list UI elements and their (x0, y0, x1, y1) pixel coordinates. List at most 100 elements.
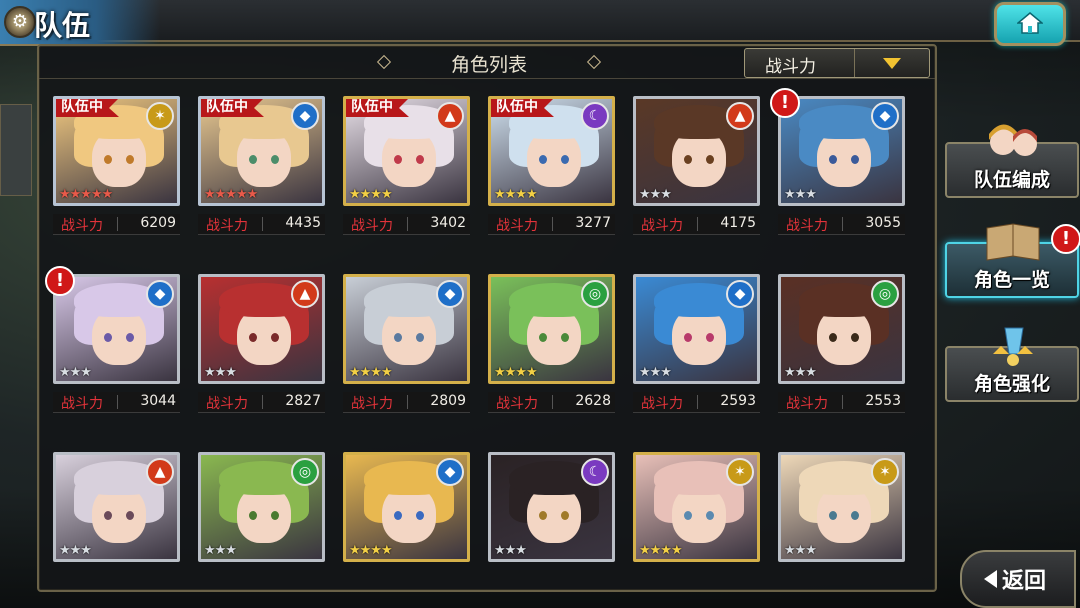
character-card[interactable]: ◆ ★★★! 战斗力 3055 (770, 88, 905, 235)
eye (249, 155, 257, 164)
panel-title: 角色列表 (450, 54, 527, 76)
sun-icon: ✶ (871, 458, 899, 486)
eye (416, 333, 424, 342)
power-bar: 战斗力 2628 (488, 392, 615, 413)
eye (851, 511, 859, 520)
eye (126, 155, 134, 164)
eye (126, 511, 134, 520)
character-portrait[interactable]: ☾ ★★★★ 队伍中 (488, 96, 615, 206)
in-team-tag: 队伍中 (346, 99, 409, 117)
alert-badge: ! (45, 266, 75, 296)
character-card[interactable]: ◎ ★★★ 战斗力 2553 (778, 274, 905, 413)
eye (394, 511, 402, 520)
diamond-ornament-icon (376, 54, 392, 70)
power-bar: 战斗力 2809 (343, 392, 470, 413)
divider (697, 395, 698, 409)
character-card[interactable]: ☾ ★★★★ 队伍中 战斗力 3277 (488, 96, 615, 235)
character-portrait[interactable]: ◆ ★★★ (633, 274, 760, 384)
enhance-crystal-icon (993, 327, 1033, 366)
power-value: 2827 (285, 393, 321, 409)
char-enhance-button[interactable]: 角色强化 (945, 327, 1079, 402)
power-label: 战斗力 (206, 218, 248, 234)
character-card[interactable]: ▲ ★★★ 战斗力 2827 (198, 274, 325, 413)
character-card[interactable]: ▲ ★★★ 战斗力 4175 (633, 96, 760, 235)
character-portrait[interactable]: ◆ ★★★★ (343, 452, 470, 562)
sun-icon: ✶ (146, 102, 174, 130)
character-portrait[interactable]: ▲ ★★★ (198, 274, 325, 384)
rarity-stars: ★★★ (59, 543, 92, 558)
eye (706, 333, 714, 342)
eye (829, 155, 837, 164)
character-portrait[interactable]: ◆ ★★★ (778, 96, 905, 206)
character-card[interactable]: ◆ ★★★! 战斗力 3044 (45, 266, 180, 413)
divider (552, 217, 553, 231)
character-portrait[interactable]: ▲ ★★★★ 队伍中 (343, 96, 470, 206)
left-side-tab[interactable] (0, 104, 32, 196)
in-team-tag: 队伍中 (491, 99, 554, 117)
character-portrait[interactable]: ✶ ★★★★★ 队伍中 (53, 96, 180, 206)
character-card[interactable]: ✶ ★★★★ (633, 452, 760, 562)
character-portrait[interactable]: ✶ ★★★★ (633, 452, 760, 562)
character-card[interactable]: ◆ ★★★★ (343, 452, 470, 562)
eye (851, 333, 859, 342)
home-button[interactable] (994, 2, 1066, 46)
eye (271, 511, 279, 520)
back-button[interactable]: 返回 (960, 550, 1076, 608)
character-portrait[interactable]: ☾ ★★★ (488, 452, 615, 562)
rarity-stars: ★★★ (639, 187, 672, 202)
page-title: 队伍 (34, 9, 91, 42)
character-portrait[interactable]: ◆ ★★★★★ 队伍中 (198, 96, 325, 206)
water-drop-icon: ◆ (726, 280, 754, 308)
moon-icon: ☾ (581, 458, 609, 486)
character-card[interactable]: ☾ ★★★ (488, 452, 615, 562)
power-label: 战斗力 (351, 218, 393, 234)
eye (126, 333, 134, 342)
character-portrait[interactable]: ✶ ★★★ (778, 452, 905, 562)
character-card[interactable]: ▲ ★★★★ 队伍中战斗力 3402 (343, 96, 470, 235)
power-bar: 战斗力 6209 (53, 214, 180, 235)
divider (697, 217, 698, 231)
power-bar: 战斗力 3044 (53, 392, 180, 413)
power-value: 2809 (430, 393, 466, 409)
character-card[interactable]: ◆ ★★★★★ 队伍中 战斗力 4435 (198, 96, 325, 235)
sort-dropdown[interactable]: 战斗力 (744, 48, 930, 78)
flame-icon: ▲ (146, 458, 174, 486)
power-bar: 战斗力 3402 (343, 214, 470, 235)
eye (104, 511, 112, 520)
eye (104, 155, 112, 164)
character-portrait[interactable]: ◆ ★★★★ (343, 274, 470, 384)
eye (249, 511, 257, 520)
rarity-stars: ★★★ (639, 365, 672, 380)
team-edit-button[interactable]: 队伍编成 (945, 124, 1079, 198)
character-card[interactable]: ◎ ★★★ (198, 452, 325, 562)
flame-icon: ▲ (291, 280, 319, 308)
character-card[interactable]: ◎ ★★★★ 战斗力 2628 (488, 274, 615, 413)
power-bar: 战斗力 3055 (778, 214, 905, 235)
character-portrait[interactable]: ▲ ★★★ (633, 96, 760, 206)
character-card[interactable]: ◆ ★★★★ 战斗力 2809 (343, 274, 470, 413)
character-portrait[interactable]: ◎ ★★★ (778, 274, 905, 384)
character-card[interactable]: ✶ ★★★★★ 队伍中战斗力 6209 (53, 96, 180, 235)
rarity-stars: ★★★★★ (204, 187, 258, 202)
divider (262, 395, 263, 409)
eye (539, 155, 547, 164)
flame-icon: ▲ (726, 102, 754, 130)
power-label: 战斗力 (641, 396, 683, 412)
character-card[interactable]: ✶ ★★★ (778, 452, 905, 562)
rarity-stars: ★★★ (204, 543, 237, 558)
character-card[interactable]: ◆ ★★★ 战斗力 2593 (633, 274, 760, 413)
character-portrait[interactable]: ◆ ★★★ (53, 274, 180, 384)
power-bar: 战斗力 2827 (198, 392, 325, 413)
top-bar (0, 0, 1080, 42)
rarity-stars: ★★★★ (349, 543, 393, 558)
eye (249, 333, 257, 342)
character-portrait[interactable]: ◎ ★★★ (198, 452, 325, 562)
power-label: 战斗力 (496, 396, 538, 412)
character-portrait[interactable]: ◎ ★★★★ (488, 274, 615, 384)
char-list-button[interactable]: 角色一览 ! (945, 223, 1080, 298)
in-team-tag: 队伍中 (56, 99, 119, 117)
character-portrait[interactable]: ▲ ★★★ (53, 452, 180, 562)
character-card[interactable]: ▲ ★★★ (53, 452, 180, 562)
chevron-down-icon[interactable] (854, 49, 929, 77)
power-value: 2628 (575, 393, 611, 409)
